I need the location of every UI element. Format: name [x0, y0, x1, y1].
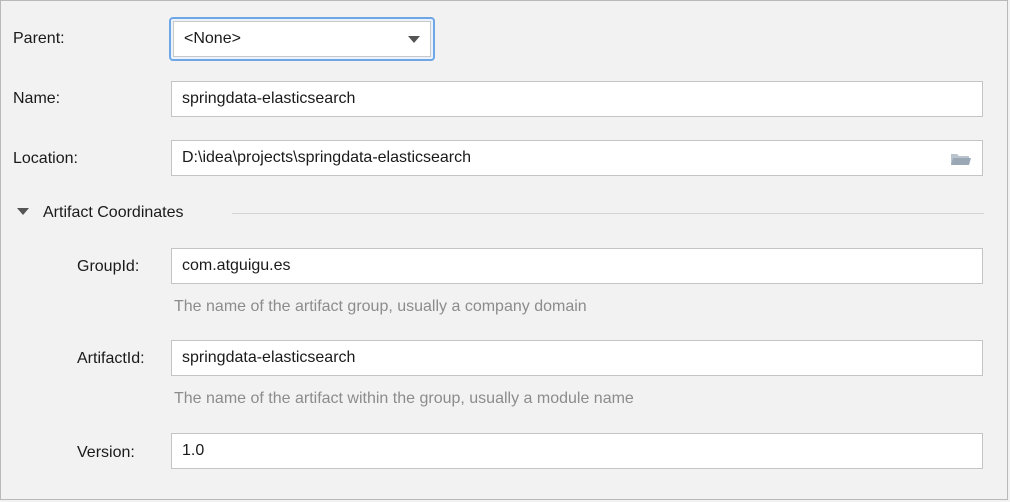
groupid-field[interactable]: com.atguigu.es	[171, 248, 983, 284]
version-label: Version:	[77, 444, 135, 461]
name-field-value: springdata-elasticsearch	[182, 90, 356, 107]
new-project-form: Parent: <None> Name: springdata-elastics…	[0, 0, 1008, 500]
location-field[interactable]: D:\idea\projects\springdata-elasticsearc…	[171, 140, 983, 176]
artifact-section-title[interactable]: Artifact Coordinates	[43, 203, 184, 223]
parent-dropdown-value: <None>	[184, 30, 241, 47]
parent-label: Parent:	[13, 30, 65, 47]
groupid-field-value: com.atguigu.es	[182, 257, 291, 274]
chevron-down-icon[interactable]	[17, 208, 29, 215]
chevron-down-icon[interactable]	[408, 36, 420, 43]
artifactid-label: ArtifactId:	[77, 350, 145, 367]
section-divider	[232, 213, 984, 214]
folder-icon[interactable]	[950, 151, 972, 167]
location-field-value: D:\idea\projects\springdata-elasticsearc…	[182, 149, 472, 166]
version-field-value: 1.0	[182, 442, 205, 459]
version-field[interactable]: 1.0	[171, 433, 983, 469]
parent-dropdown[interactable]: <None>	[169, 17, 435, 61]
groupid-hint: The name of the artifact group, usually …	[174, 298, 587, 315]
artifactid-hint: The name of the artifact within the grou…	[174, 390, 634, 407]
name-field[interactable]: springdata-elasticsearch	[171, 81, 983, 117]
name-label: Name:	[13, 90, 61, 107]
groupid-label: GroupId:	[77, 258, 140, 275]
artifactid-field-value: springdata-elasticsearch	[182, 349, 356, 366]
location-label: Location:	[13, 150, 78, 167]
artifactid-field[interactable]: springdata-elasticsearch	[171, 340, 983, 376]
